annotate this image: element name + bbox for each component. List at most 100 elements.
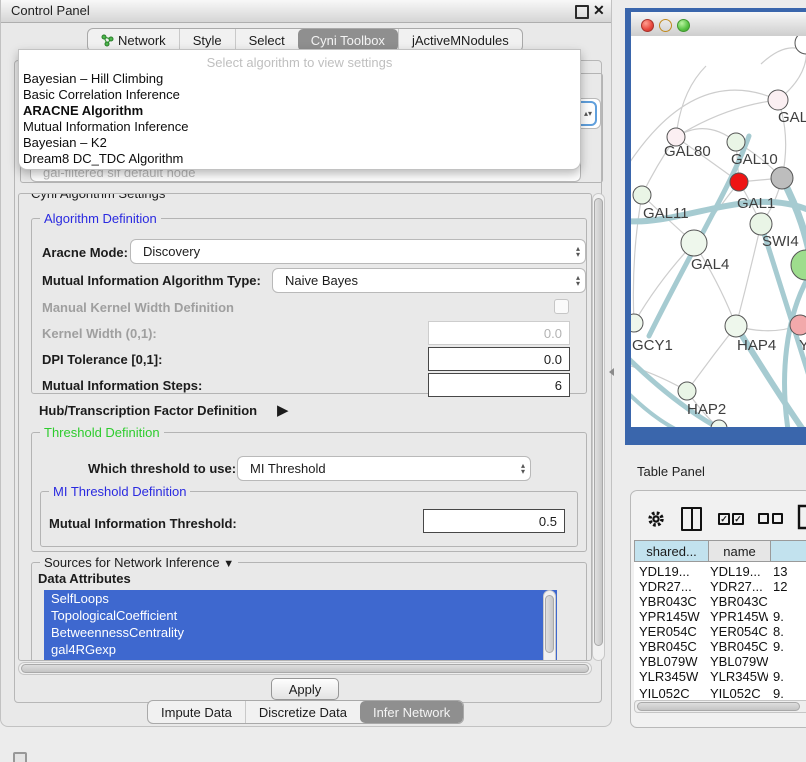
minimized-panel-icon[interactable] <box>13 752 27 762</box>
zoom-traffic-light[interactable] <box>677 19 690 32</box>
mi-steps-field[interactable]: 6 <box>428 373 570 397</box>
table-cell[interactable]: YBR045C <box>639 639 705 655</box>
network-canvas[interactable]: GAL GAL80 GAL10 GAL1 GAL11 SWI4 GAL4 GCY… <box>631 36 806 427</box>
dpi-tolerance-field[interactable]: 0.0 <box>428 347 570 371</box>
node-gray[interactable] <box>771 167 793 189</box>
node[interactable] <box>795 36 806 54</box>
table-cell[interactable]: YIL052C <box>710 686 768 700</box>
dropdown-item[interactable]: Dream8 DC_TDC Algorithm <box>19 151 580 167</box>
float-window-icon[interactable] <box>575 5 589 19</box>
table-cell[interactable]: YBL079W <box>639 654 705 670</box>
table-cell[interactable]: 13 <box>773 564 806 580</box>
dropdown-item-selected[interactable]: ARACNE Algorithm <box>19 103 580 119</box>
kernel-width-field[interactable]: 0.0 <box>428 321 570 345</box>
node-gal10[interactable] <box>727 133 745 151</box>
unchecked-checkbox-icon[interactable] <box>758 513 769 524</box>
table-cell[interactable]: YPR145W <box>710 609 768 625</box>
table-cell[interactable]: YLR345W <box>710 669 768 685</box>
node-gal1[interactable] <box>730 173 748 191</box>
settings-hscrollbar-thumb[interactable] <box>21 664 589 673</box>
panel-resize-grip[interactable] <box>609 368 614 376</box>
node-hap4[interactable] <box>725 315 747 337</box>
checked-checkbox-icon[interactable]: ✓ <box>732 513 744 525</box>
node-gal4[interactable] <box>681 230 707 256</box>
table-cell[interactable]: YBL079W <box>710 654 768 670</box>
dropdown-item[interactable]: Bayesian – K2 <box>19 135 580 151</box>
table-cell[interactable]: YDR27... <box>639 579 705 595</box>
table-cell[interactable]: YDL19... <box>639 564 705 580</box>
node-small[interactable] <box>711 420 727 427</box>
node-pink[interactable] <box>790 315 806 335</box>
table-cell[interactable]: 9. <box>773 686 806 700</box>
attributes-scrollbar-thumb[interactable] <box>545 595 554 653</box>
tab-style[interactable]: Style <box>179 29 235 51</box>
table-cell[interactable]: 12 <box>773 579 806 595</box>
split-columns-icon[interactable] <box>681 507 702 531</box>
checked-checkbox-icon[interactable]: ✓ <box>718 513 730 525</box>
node-gal11[interactable] <box>633 186 651 204</box>
table-cell[interactable]: 9. <box>773 609 806 625</box>
unchecked-checkbox-icon[interactable] <box>772 513 783 524</box>
aracne-mode-combo[interactable]: Discovery ▴▾ <box>130 239 586 264</box>
node-gcy1[interactable] <box>631 314 643 332</box>
apply-button[interactable]: Apply <box>271 678 339 700</box>
tab-network[interactable]: Network <box>88 29 179 51</box>
close-traffic-light[interactable] <box>641 19 654 32</box>
tab-impute-data[interactable]: Impute Data <box>148 701 245 723</box>
tab-infer-network[interactable]: Infer Network <box>360 701 463 723</box>
attributes-scrollbar[interactable] <box>543 590 556 661</box>
tab-select[interactable]: Select <box>235 29 298 51</box>
mi-algorithm-type-combo[interactable]: Naive Bayes ▴▾ <box>272 268 586 293</box>
mi-threshold-field[interactable]: 0.5 <box>423 509 565 533</box>
control-panel-titlebar[interactable]: Control Panel ✕ <box>1 0 611 23</box>
table-hscrollbar[interactable] <box>634 700 806 713</box>
manual-kernel-checkbox[interactable] <box>554 299 569 314</box>
list-item[interactable]: gal4RGexp <box>44 641 557 658</box>
network-window-titlebar[interactable] <box>631 12 806 37</box>
table-cell[interactable]: YIL052C <box>639 686 705 700</box>
node-hap2[interactable] <box>678 382 696 400</box>
dropdown-item[interactable]: Basic Correlation Inference <box>19 87 580 103</box>
table-cell[interactable]: 9. <box>773 639 806 655</box>
data-attributes-list[interactable]: SelfLoops TopologicalCoefficient Between… <box>44 590 557 661</box>
table-cell[interactable]: 9. <box>773 669 806 685</box>
table-cell[interactable]: YDR27... <box>710 579 768 595</box>
table-cell[interactable]: YER054C <box>639 624 705 640</box>
expand-arrow-icon[interactable]: ▶ <box>277 401 289 419</box>
table-hscrollbar-thumb[interactable] <box>637 702 800 711</box>
table-body[interactable]: YDL19... YDL19... 13 YDR27... YDR27... 1… <box>634 562 806 700</box>
table-cell[interactable]: YDL19... <box>710 564 768 580</box>
collapse-arrow-icon[interactable]: ▼ <box>223 558 234 570</box>
column-header-name[interactable]: name <box>708 540 771 562</box>
tab-discretize-data[interactable]: Discretize Data <box>245 701 360 723</box>
node-gal[interactable] <box>768 90 788 110</box>
settings-scrollbar-thumb[interactable] <box>594 198 603 646</box>
settings-hscrollbar[interactable] <box>18 662 592 675</box>
dropdown-item[interactable]: Mutual Information Inference <box>19 119 580 135</box>
table-cell[interactable]: YBR045C <box>710 639 768 655</box>
table-cell[interactable]: YLR345W <box>639 669 705 685</box>
list-item[interactable]: TopologicalCoefficient <box>44 607 557 624</box>
list-item[interactable]: BetweennessCentrality <box>44 624 557 641</box>
table-cell[interactable]: 8. <box>773 624 806 640</box>
table-cell[interactable] <box>773 654 806 670</box>
column-header-partial[interactable] <box>770 540 806 562</box>
close-icon[interactable]: ✕ <box>593 2 605 19</box>
minimize-traffic-light[interactable] <box>659 19 672 32</box>
table-cell[interactable]: YPR145W <box>639 609 705 625</box>
node-swi4[interactable] <box>750 213 772 235</box>
tab-cyni-toolbox[interactable]: Cyni Toolbox <box>298 29 398 51</box>
node-green[interactable] <box>791 250 806 280</box>
gear-icon[interactable] <box>646 509 666 529</box>
table-cell[interactable]: YBR043C <box>710 594 768 610</box>
which-threshold-combo[interactable]: MI Threshold ▴▾ <box>237 456 531 481</box>
table-cell[interactable]: YER054C <box>710 624 768 640</box>
document-icon[interactable] <box>797 504 806 530</box>
tab-jactivemnodules[interactable]: jActiveMNodules <box>398 29 522 51</box>
dropdown-item[interactable]: Bayesian – Hill Climbing <box>19 71 580 87</box>
column-header-shared[interactable]: shared... <box>634 540 709 562</box>
list-item[interactable]: SelfLoops <box>44 590 557 607</box>
settings-scrollbar[interactable] <box>592 193 605 661</box>
table-cell[interactable]: YBR043C <box>639 594 705 610</box>
table-cell[interactable] <box>773 594 806 610</box>
